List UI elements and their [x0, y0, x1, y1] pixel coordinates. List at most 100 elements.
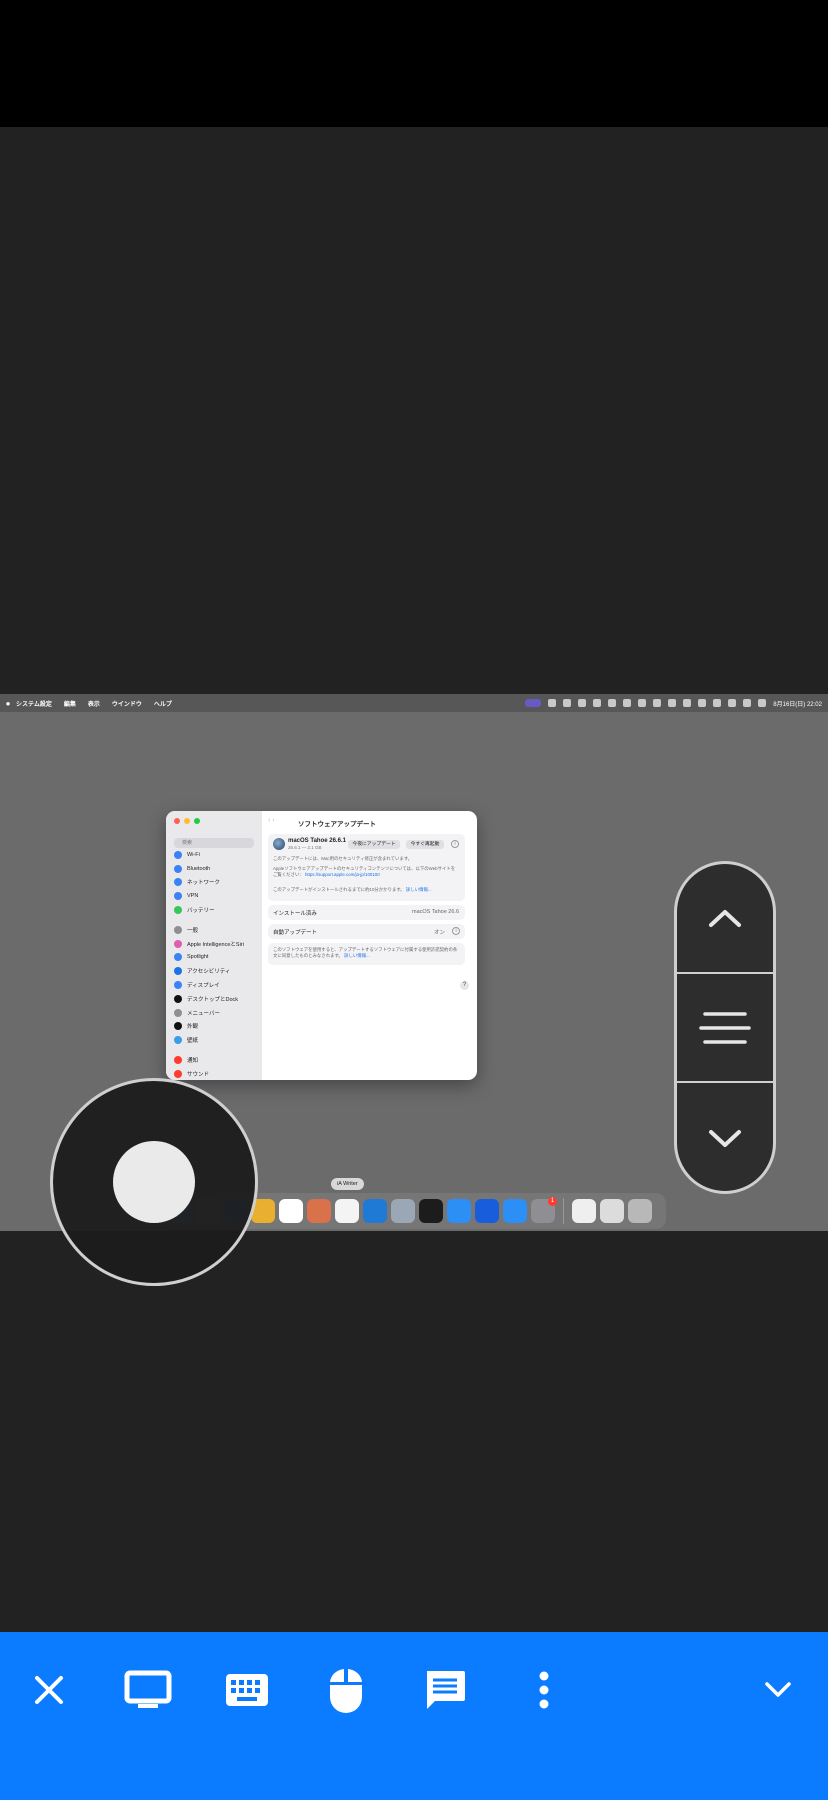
auto-update-row[interactable]: 自動アップデート オン i [268, 924, 465, 939]
chevron-up-icon [709, 910, 741, 927]
sidebar-item[interactable]: 外観 [174, 1020, 256, 1034]
sidebar-item[interactable]: 通知 [174, 1053, 256, 1067]
collapse-toolbar-button[interactable] [748, 1660, 808, 1720]
sidebar-item[interactable]: Bluetooth [174, 862, 256, 876]
keyboard-button[interactable] [217, 1660, 277, 1720]
sidebar-item[interactable]: アクセシビリティ [174, 964, 256, 978]
dock-downloads-icon[interactable] [600, 1199, 624, 1223]
wifi-icon[interactable] [713, 699, 722, 707]
status-icon[interactable] [563, 699, 572, 707]
info-icon[interactable]: i [451, 840, 459, 848]
sidebar-item-label: Apple IntelligenceとSiri [187, 941, 244, 948]
close-button[interactable] [19, 1660, 79, 1720]
installed-label: インストール済み [273, 911, 317, 917]
dock-chatgpt-icon[interactable] [279, 1199, 303, 1223]
sidebar-item-icon [174, 1022, 182, 1031]
dock-trash-icon[interactable] [628, 1199, 652, 1223]
macos-icon [273, 838, 285, 850]
sidebar-item[interactable]: デスクトップとDock [174, 992, 256, 1006]
dock-bitwarden-icon[interactable] [475, 1199, 499, 1223]
sidebar-item[interactable]: バッテリー [174, 903, 256, 917]
dock-app-grid-icon[interactable] [419, 1199, 443, 1223]
apple-icon[interactable]: ● [0, 699, 16, 708]
battery-icon[interactable] [728, 699, 737, 707]
display-button[interactable] [118, 1660, 178, 1720]
more-info-link[interactable]: 詳しい情報... [406, 887, 432, 892]
status-icon[interactable] [608, 699, 617, 707]
sidebar-item-icon [174, 953, 182, 962]
sidebar-search-field[interactable]: 検索 [174, 838, 254, 848]
status-icon[interactable] [668, 699, 677, 707]
status-icon[interactable] [593, 699, 602, 707]
window-controls [174, 818, 200, 824]
menu-window[interactable]: ウインドウ [112, 699, 142, 708]
menu-edit[interactable]: 編集 [64, 699, 76, 708]
search-icon[interactable] [743, 699, 752, 707]
restart-now-button[interactable]: 今すぐ再起動 [406, 840, 444, 849]
settings-main-pane: ‹ › ソフトウェアアップデート macOS Tahoe 26.6.1 26.6… [262, 811, 477, 1080]
license-card: このソフトウェアを使用すると、アップデートするソフトウェアに付属する使用許諾契約… [268, 943, 465, 965]
sidebar-item[interactable]: サウンド [174, 1067, 256, 1080]
sidebar-item[interactable]: Spotlight [174, 951, 256, 965]
sidebar-item[interactable]: メニューバー [174, 1006, 256, 1020]
sidebar-item[interactable]: VPN [174, 889, 256, 903]
menubar-status-area: 8月16日(日) 22:02 [525, 694, 822, 712]
sidebar-item[interactable]: ネットワーク [174, 876, 256, 890]
dock-system-settings-icon[interactable]: 1 [531, 1197, 557, 1223]
zoom-window-button[interactable] [194, 818, 200, 824]
dock-sync-app-icon[interactable] [447, 1199, 471, 1223]
status-icon[interactable] [638, 699, 647, 707]
status-icon[interactable] [623, 699, 632, 707]
status-icon[interactable] [698, 699, 707, 707]
sidebar-item-icon [174, 939, 182, 948]
security-link[interactable]: https://support.apple.com/ja-jp/100100 [305, 872, 380, 877]
mouse-button[interactable] [316, 1660, 376, 1720]
dock-claude-icon[interactable] [307, 1199, 331, 1223]
bottom-toolbar [0, 1632, 828, 1800]
status-icon[interactable] [653, 699, 662, 707]
sidebar-item-icon [174, 1069, 182, 1078]
status-icon[interactable] [683, 699, 692, 707]
auto-update-value: オン [433, 930, 445, 936]
chat-button[interactable] [415, 1660, 475, 1720]
auto-update-label: 自動アップデート [273, 930, 318, 936]
sidebar-item-icon [174, 1008, 182, 1017]
menu-view[interactable]: 表示 [88, 699, 100, 708]
sidebar-item[interactable]: ディスプレイ [174, 978, 256, 992]
menubar-clock[interactable]: 8月16日(日) 22:02 [773, 699, 822, 708]
sidebar-item[interactable]: Wi-Fi [174, 848, 256, 862]
sidebar-item[interactable]: Apple IntelligenceとSiri [174, 937, 256, 951]
status-icon[interactable] [578, 699, 587, 707]
dock-app-store-icon[interactable] [503, 1199, 527, 1223]
dock-preview-icon[interactable] [391, 1199, 415, 1223]
scroll-menu-button[interactable] [677, 975, 773, 1083]
security-notice: Appleソフトウェアアップデートのセキュリティコンテンツについては、以下のWe… [273, 866, 458, 877]
status-app-icon[interactable] [525, 699, 542, 707]
info-icon[interactable]: i [452, 927, 460, 935]
dock-ia-writer-icon[interactable] [335, 1199, 359, 1223]
more-icon [539, 1671, 549, 1709]
menu-help[interactable]: ヘルプ [154, 699, 172, 708]
scroll-down-button[interactable] [677, 1084, 773, 1191]
status-icon[interactable] [548, 699, 557, 707]
menu-app-name[interactable]: システム設定 [16, 699, 52, 708]
sidebar-item[interactable]: 壁紙 [174, 1033, 256, 1047]
help-button[interactable]: ? [460, 981, 469, 990]
dock-tooltip: iA Writer [331, 1178, 364, 1190]
sidebar-item[interactable]: 一般 [174, 923, 256, 937]
scroll-up-button[interactable] [677, 864, 773, 974]
dock-document-icon[interactable] [572, 1199, 596, 1223]
minimize-window-button[interactable] [184, 818, 190, 824]
update-tonight-button[interactable]: 今夜にアップデート [348, 840, 400, 849]
sidebar-item-icon [174, 906, 182, 915]
more-button[interactable] [514, 1660, 574, 1720]
back-forward-icon[interactable]: ‹ › [268, 817, 275, 824]
close-window-button[interactable] [174, 818, 180, 824]
control-center-icon[interactable] [758, 699, 767, 707]
license-link[interactable]: 詳しい情報... [344, 953, 370, 958]
sidebar-item-label: Bluetooth [187, 865, 211, 872]
sidebar-item-label: 外観 [187, 1024, 199, 1031]
dock-vscode-icon[interactable] [363, 1199, 387, 1223]
sidebar-item-label: デスクトップとDock [187, 996, 239, 1003]
joystick-knob[interactable] [113, 1141, 195, 1223]
